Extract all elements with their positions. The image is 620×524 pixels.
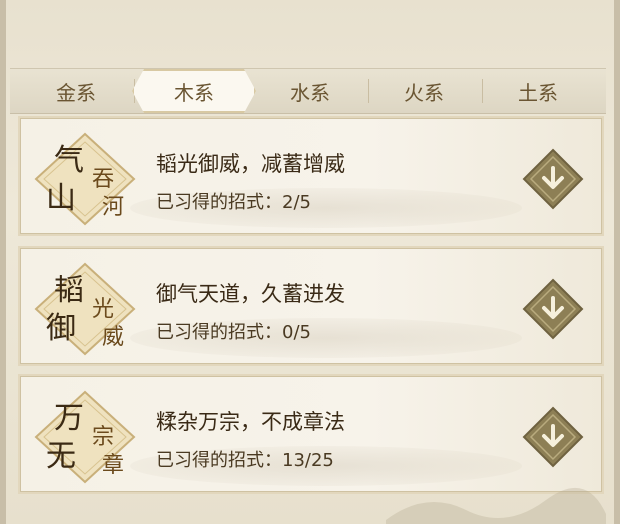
element-tab-bar: 金系 木系 水系 火系 土系	[10, 68, 606, 114]
emblem-char: 无	[46, 439, 76, 474]
skill-title: 御气天道，久蓄进发	[156, 282, 345, 306]
skill-emblem: 万 无 宗 章	[34, 390, 136, 484]
chevron-down-icon[interactable]	[522, 148, 584, 210]
tab-fire[interactable]: 火系	[368, 69, 483, 113]
emblem-char: 河	[102, 195, 124, 220]
skill-emblem: 韬 御 光 威	[34, 262, 136, 356]
tab-wood[interactable]: 木系	[132, 69, 256, 113]
progress-label: 已习得的招式：	[156, 322, 282, 343]
tab-label: 金系	[56, 80, 96, 105]
tab-earth[interactable]: 土系	[482, 69, 594, 113]
emblem-char: 威	[102, 325, 124, 350]
tab-label: 土系	[518, 80, 558, 105]
chevron-down-icon[interactable]	[522, 406, 584, 468]
progress-value: 2/5	[282, 192, 311, 213]
skill-panel: 金系 木系 水系 火系 土系 气 山 吞 河 韬光御威，减蓄增威 已习得的招式：…	[0, 0, 620, 524]
tab-label: 木系	[174, 80, 214, 105]
chevron-down-icon[interactable]	[522, 278, 584, 340]
emblem-char: 御	[46, 311, 76, 346]
skill-progress: 已习得的招式：2/5	[156, 188, 311, 214]
skill-card[interactable]: 万 无 宗 章 糅杂万宗，不成章法 已习得的招式：13/25	[18, 374, 604, 494]
emblem-char: 章	[102, 453, 124, 478]
emblem-char: 韬	[54, 273, 84, 308]
tab-label: 水系	[290, 80, 330, 105]
emblem-char: 宗	[92, 425, 114, 450]
skill-progress: 已习得的招式：0/5	[156, 318, 311, 344]
tab-water[interactable]: 水系	[254, 69, 369, 113]
skill-card[interactable]: 气 山 吞 河 韬光御威，减蓄增威 已习得的招式：2/5	[18, 116, 604, 236]
skill-emblem: 气 山 吞 河	[34, 132, 136, 226]
ink-landscape-decoration	[386, 487, 606, 524]
progress-value: 13/25	[282, 450, 334, 471]
emblem-char: 山	[46, 181, 76, 216]
emblem-char: 气	[54, 143, 84, 178]
progress-label: 已习得的招式：	[156, 450, 282, 471]
progress-label: 已习得的招式：	[156, 192, 282, 213]
skill-title: 糅杂万宗，不成章法	[156, 410, 345, 434]
tab-metal[interactable]: 金系	[20, 69, 135, 113]
skill-card[interactable]: 韬 御 光 威 御气天道，久蓄进发 已习得的招式：0/5	[18, 246, 604, 366]
emblem-char: 吞	[92, 167, 114, 192]
tab-label: 火系	[404, 80, 444, 105]
progress-value: 0/5	[282, 322, 311, 343]
emblem-char: 光	[92, 297, 114, 322]
emblem-char: 万	[54, 401, 84, 436]
skill-progress: 已习得的招式：13/25	[156, 446, 334, 472]
skill-title: 韬光御威，减蓄增威	[156, 152, 345, 176]
